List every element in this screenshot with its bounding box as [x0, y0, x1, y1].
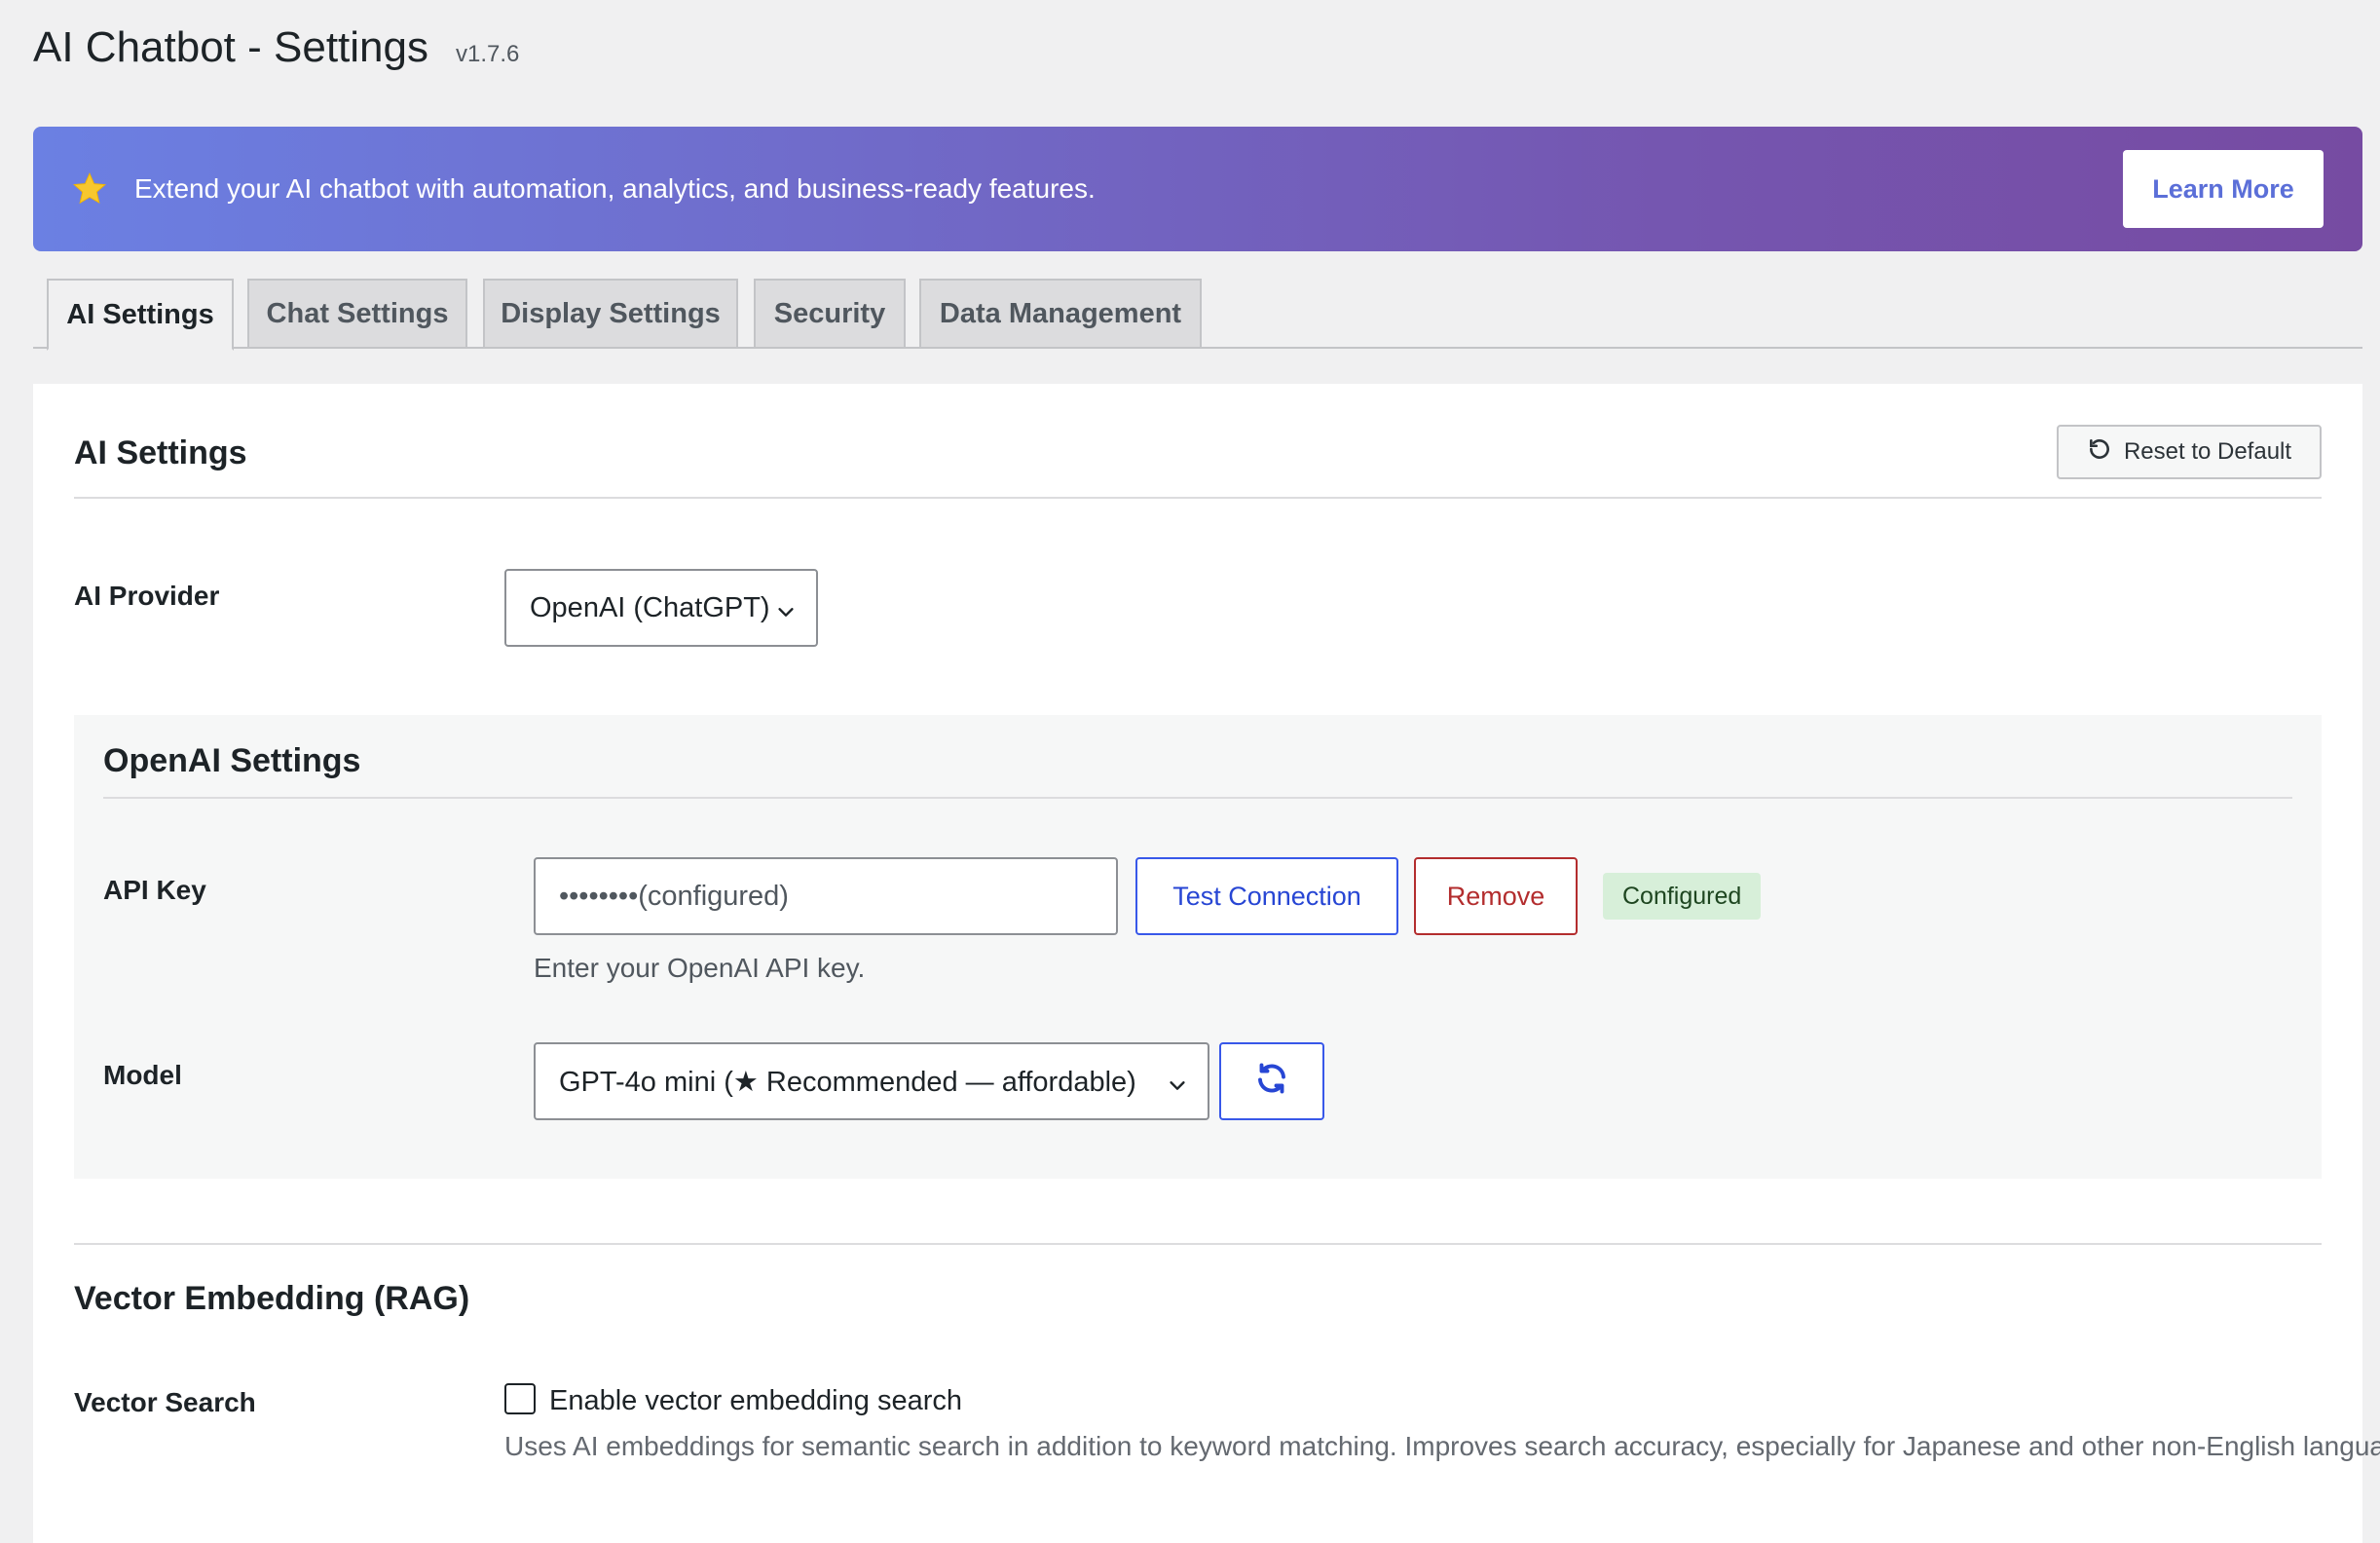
model-select[interactable]: GPT-4o mini (★ Recommended — affordable) — [534, 1042, 1209, 1120]
divider — [103, 797, 2292, 799]
divider — [74, 1243, 2322, 1245]
vector-search-checkbox[interactable] — [504, 1383, 536, 1414]
page-header: AI Chatbot - Settings v1.7.6 — [33, 23, 519, 72]
ai-provider-select[interactable]: OpenAI (ChatGPT) — [504, 569, 818, 647]
ai-settings-heading: AI Settings — [74, 434, 247, 471]
api-key-label: API Key — [103, 875, 206, 905]
remove-api-key-button[interactable]: Remove — [1414, 857, 1578, 935]
test-connection-button[interactable]: Test Connection — [1135, 857, 1398, 935]
tab-ai-settings[interactable]: AI Settings — [47, 279, 234, 351]
api-key-input[interactable]: ••••••••(configured) — [534, 857, 1118, 935]
openai-settings-box: OpenAI Settings API Key ••••••••(configu… — [74, 715, 2322, 1179]
model-value: GPT-4o mini (★ Recommended — affordable) — [559, 1066, 1136, 1098]
model-label: Model — [103, 1060, 182, 1090]
ai-provider-value: OpenAI (ChatGPT) — [530, 591, 770, 623]
ai-provider-label: AI Provider — [74, 581, 220, 611]
settings-tabs: AI Settings Chat Settings Display Settin… — [33, 279, 2362, 351]
divider — [74, 497, 2322, 499]
reset-to-default-button[interactable]: Reset to Default — [2057, 425, 2322, 479]
vector-search-checkbox-label[interactable]: Enable vector embedding search — [549, 1385, 962, 1417]
tab-chat-settings[interactable]: Chat Settings — [247, 279, 467, 349]
vector-embedding-heading: Vector Embedding (RAG) — [74, 1280, 470, 1317]
settings-panel: AI Settings Reset to Default AI Provider… — [33, 384, 2380, 1543]
status-badge: Configured — [1603, 873, 1762, 920]
undo-icon — [2087, 436, 2112, 469]
reset-label: Reset to Default — [2123, 438, 2292, 465]
refresh-icon — [1254, 1061, 1289, 1103]
tab-security[interactable]: Security — [754, 279, 906, 349]
api-key-help: Enter your OpenAI API key. — [534, 953, 866, 983]
tab-data-management[interactable]: Data Management — [919, 279, 1202, 349]
chevron-down-icon — [775, 598, 797, 630]
openai-settings-heading: OpenAI Settings — [103, 742, 361, 779]
chevron-down-icon — [1167, 1072, 1188, 1104]
vector-search-description: Uses AI embeddings for semantic search i… — [504, 1431, 2380, 1461]
tab-display-settings[interactable]: Display Settings — [483, 279, 738, 349]
vector-search-label: Vector Search — [74, 1387, 256, 1417]
star-icon — [70, 169, 109, 208]
version-label: v1.7.6 — [456, 41, 520, 67]
learn-more-button[interactable]: Learn More — [2123, 150, 2324, 228]
promo-banner: Extend your AI chatbot with automation, … — [33, 127, 2362, 251]
page-title: AI Chatbot - Settings — [33, 23, 428, 71]
refresh-models-button[interactable] — [1219, 1042, 1324, 1120]
banner-text: Extend your AI chatbot with automation, … — [134, 173, 1096, 204]
